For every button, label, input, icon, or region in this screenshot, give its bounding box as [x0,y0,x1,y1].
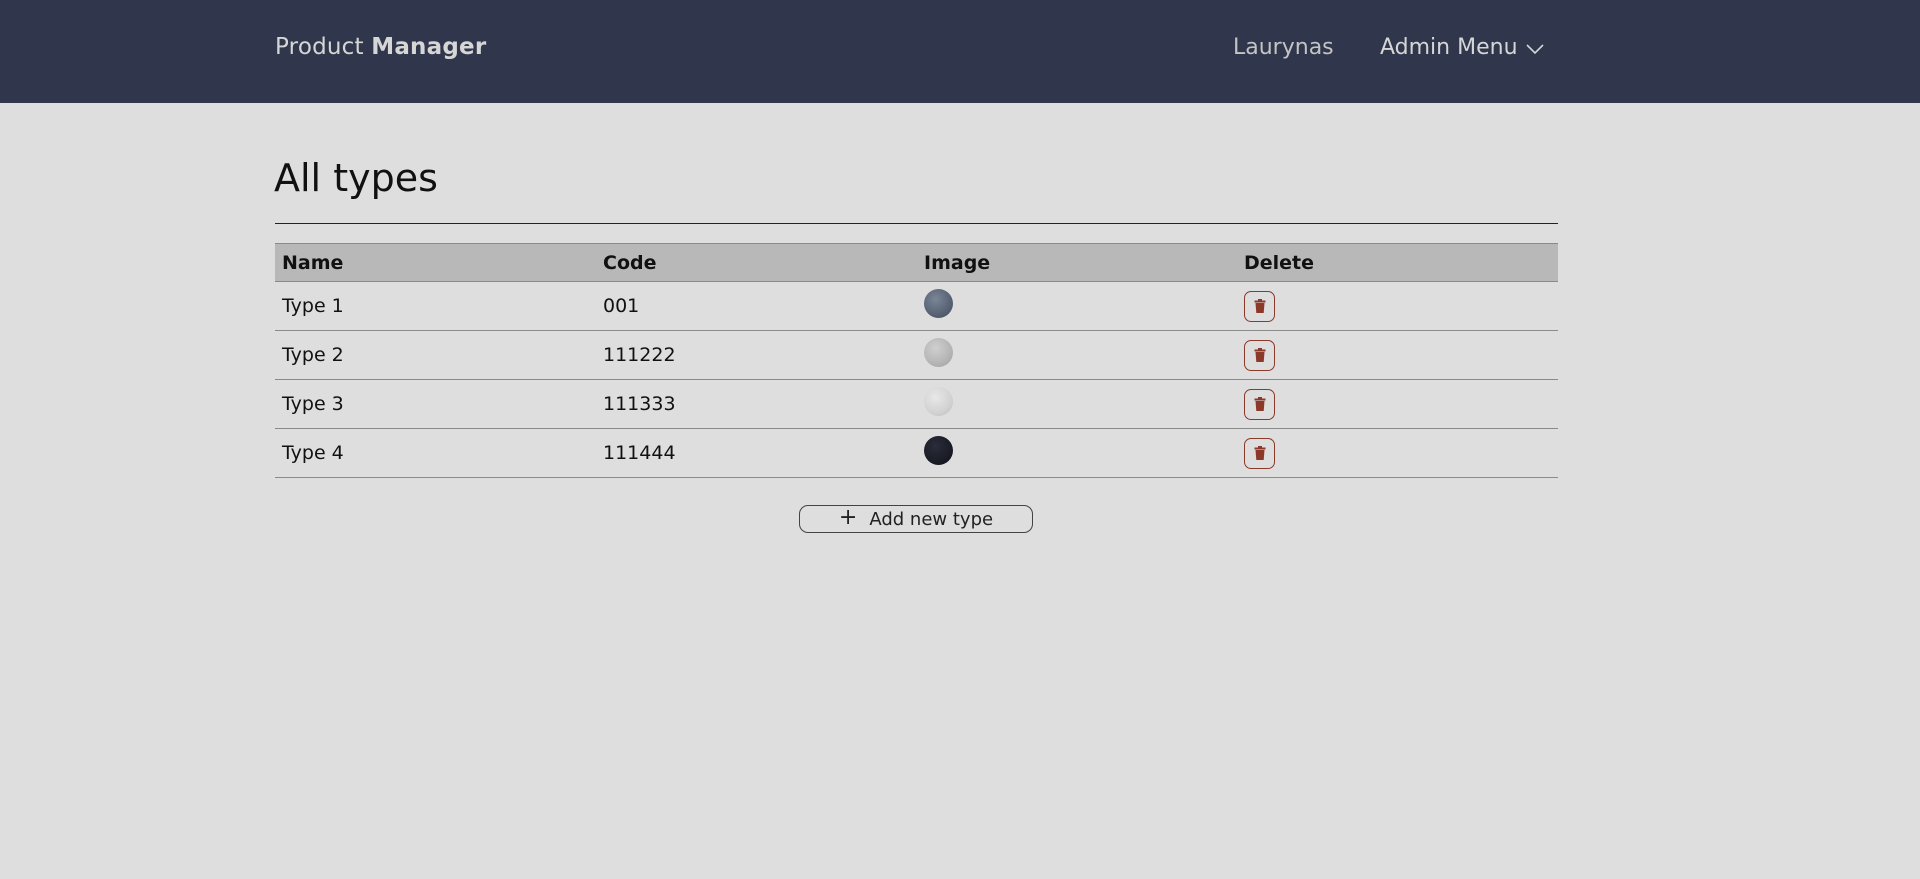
type-code-cell: 111222 [596,330,917,380]
admin-menu-dropdown[interactable]: Admin Menu [1380,35,1544,60]
table-header-row: Name Code Image Delete [275,243,1558,282]
trash-icon [1254,348,1265,362]
add-new-type-label: Add new type [869,508,994,530]
brand-logo[interactable]: Product Manager [275,34,486,60]
trash-icon [1254,446,1265,460]
type-delete-cell [1237,330,1558,380]
table-row: Type 4 111444 [275,428,1558,478]
brand-light-text: Product [275,34,364,60]
trash-icon [1254,299,1265,313]
type-delete-cell [1237,281,1558,331]
admin-menu-label: Admin Menu [1380,35,1518,60]
type-delete-cell [1237,379,1558,429]
type-image-cell [917,281,1237,331]
column-header-code: Code [596,243,917,282]
type-image-cell [917,379,1237,429]
delete-button[interactable] [1244,339,1275,371]
chevron-down-icon [1525,44,1544,55]
type-image-thumbnail [924,386,953,416]
brand-bold-text: Manager [371,34,487,60]
type-code-cell: 111333 [596,379,917,429]
type-image-thumbnail [924,435,953,465]
add-new-type-button[interactable]: + Add new type [799,505,1033,533]
type-name-cell: Type 1 [275,281,596,331]
title-divider [275,223,1558,224]
column-header-delete: Delete [1237,243,1558,282]
table-row: Type 1 001 [275,281,1558,331]
type-code-cell: 111444 [596,428,917,478]
type-image-cell [917,330,1237,380]
column-header-name: Name [275,243,596,282]
table-row: Type 3 111333 [275,379,1558,429]
column-header-image: Image [917,243,1237,282]
page-title: All types [274,156,438,200]
delete-button[interactable] [1244,437,1275,469]
table-row: Type 2 111222 [275,330,1558,380]
type-delete-cell [1237,428,1558,478]
plus-icon: + [838,505,858,530]
type-name-cell: Type 3 [275,379,596,429]
type-image-thumbnail [924,288,953,318]
type-name-cell: Type 4 [275,428,596,478]
delete-button[interactable] [1244,290,1275,322]
type-code-cell: 001 [596,281,917,331]
nav-user-link[interactable]: Laurynas [1233,35,1334,60]
top-navbar: Product Manager Laurynas Admin Menu [0,0,1920,103]
trash-icon [1254,397,1265,411]
type-name-cell: Type 2 [275,330,596,380]
delete-button[interactable] [1244,388,1275,420]
type-image-cell [917,428,1237,478]
type-image-thumbnail [924,337,953,367]
types-table: Name Code Image Delete Type 1 001 Type 2… [275,243,1558,478]
